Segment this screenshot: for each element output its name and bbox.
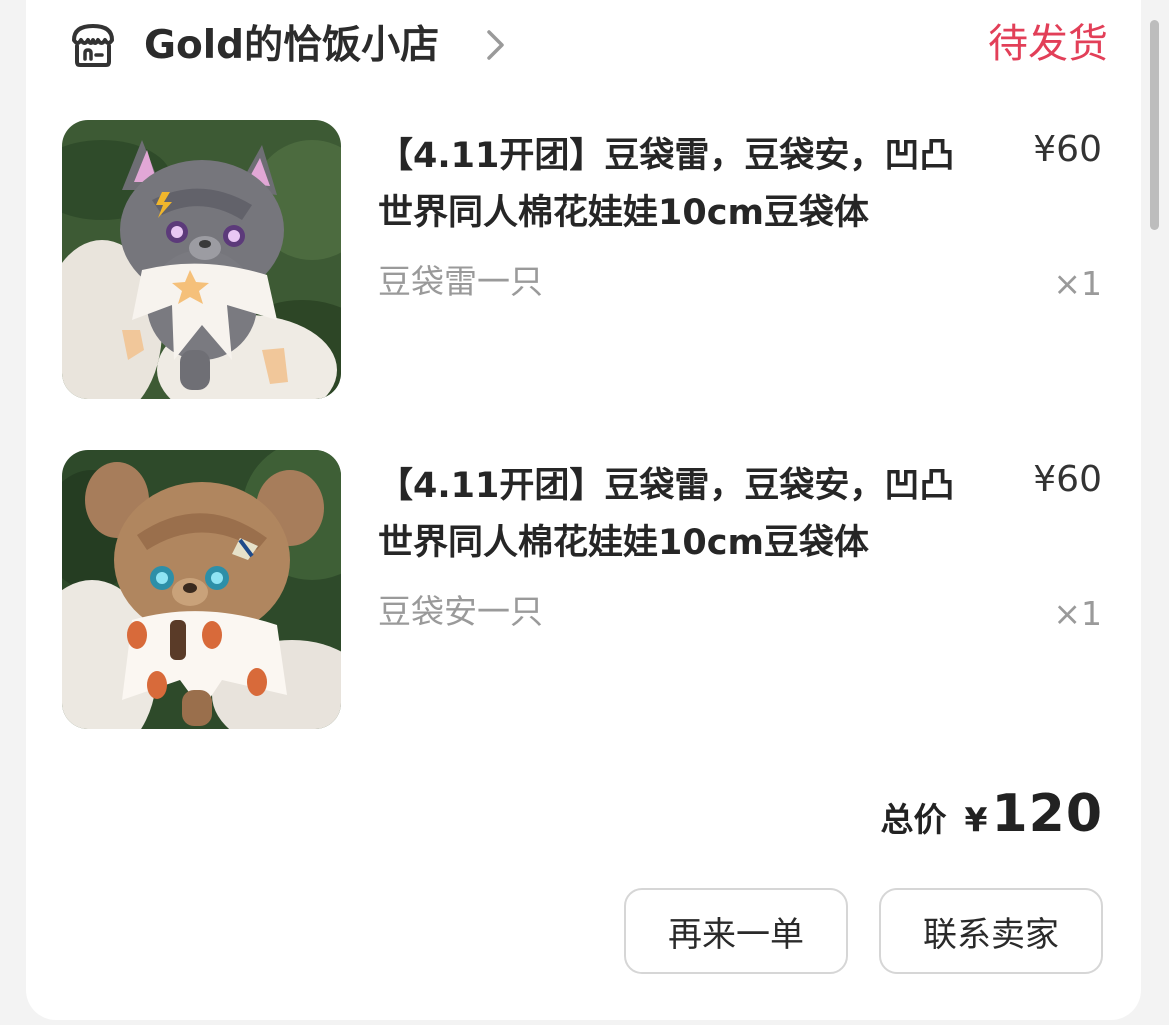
- total-currency: ¥: [964, 800, 988, 839]
- shop-icon: [72, 23, 114, 67]
- order-status: 待发货: [988, 21, 1108, 67]
- contact-seller-button[interactable]: 联系卖家: [879, 888, 1103, 974]
- product-title[interactable]: 【4.11开团】豆袋雷，豆袋安，凹凸世界同人棉花娃娃10cm豆袋体: [378, 128, 978, 242]
- product-image[interactable]: [62, 120, 341, 399]
- product-image[interactable]: [62, 450, 341, 729]
- product-title[interactable]: 【4.11开团】豆袋雷，豆袋安，凹凸世界同人棉花娃娃10cm豆袋体: [378, 458, 978, 572]
- chevron-right-icon: [487, 30, 504, 60]
- product-quantity: ×1: [1053, 264, 1102, 303]
- reorder-button[interactable]: 再来一单: [624, 888, 848, 974]
- order-item[interactable]: 【4.11开团】豆袋雷，豆袋安，凹凸世界同人棉花娃娃10cm豆袋体 ¥60 豆袋…: [62, 450, 1102, 730]
- product-price: ¥60: [1033, 459, 1102, 500]
- total-amount: 120: [991, 784, 1103, 844]
- product-variant: 豆袋雷一只: [378, 262, 543, 301]
- scrollbar[interactable]: [1150, 20, 1159, 230]
- shop-header[interactable]: Gold的恰饭小店 待发货: [68, 16, 1108, 76]
- product-quantity: ×1: [1053, 594, 1102, 633]
- order-total: 总价 ¥ 120: [880, 784, 1103, 844]
- total-label: 总价: [880, 800, 947, 839]
- shop-name[interactable]: Gold的恰饭小店: [144, 18, 439, 74]
- product-price: ¥60: [1033, 129, 1102, 170]
- order-item[interactable]: 【4.11开团】豆袋雷，豆袋安，凹凸世界同人棉花娃娃10cm豆袋体 ¥60 豆袋…: [62, 120, 1102, 400]
- product-variant: 豆袋安一只: [378, 592, 543, 631]
